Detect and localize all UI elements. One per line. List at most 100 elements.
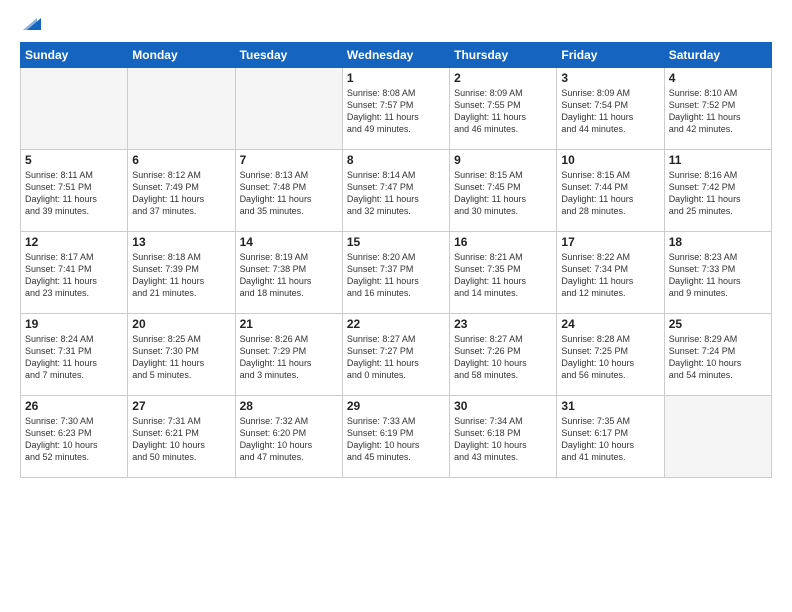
day-number: 10 (561, 153, 659, 167)
day-info: Sunrise: 8:22 AM Sunset: 7:34 PM Dayligh… (561, 251, 659, 300)
day-info: Sunrise: 8:12 AM Sunset: 7:49 PM Dayligh… (132, 169, 230, 218)
calendar-cell: 16 Sunrise: 8:21 AM Sunset: 7:35 PM Dayli… (450, 232, 557, 314)
calendar-cell: 19Sunrise: 8:24 AM Sunset: 7:31 PM Dayli… (21, 314, 128, 396)
logo (20, 18, 41, 32)
header (20, 18, 772, 32)
day-info: Sunrise: 8:15 AM Sunset: 7:45 PM Dayligh… (454, 169, 552, 218)
calendar-cell: 12 Sunrise: 8:17 AM Sunset: 7:41 PM Dayli… (21, 232, 128, 314)
day-number: 15 (347, 235, 445, 249)
calendar-cell (235, 68, 342, 150)
calendar-cell: 22 Sunrise: 8:27 AM Sunset: 7:27 PM Dayli… (342, 314, 449, 396)
day-info: Sunrise: 8:24 AM Sunset: 7:31 PM Dayligh… (25, 333, 123, 382)
calendar-cell: 2 Sunrise: 8:09 AM Sunset: 7:55 PM Daylig… (450, 68, 557, 150)
day-info: Sunrise: 8:26 AM Sunset: 7:29 PM Dayligh… (240, 333, 338, 382)
calendar-cell: 6 Sunrise: 8:12 AM Sunset: 7:49 PM Daylig… (128, 150, 235, 232)
calendar-cell: 23Sunrise: 8:27 AM Sunset: 7:26 PM Dayli… (450, 314, 557, 396)
day-info: Sunrise: 8:19 AM Sunset: 7:38 PM Dayligh… (240, 251, 338, 300)
calendar-cell: 15 Sunrise: 8:20 AM Sunset: 7:37 PM Dayli… (342, 232, 449, 314)
day-info: Sunrise: 7:33 AM Sunset: 6:19 PM Dayligh… (347, 415, 445, 464)
calendar-cell: 11Sunrise: 8:16 AM Sunset: 7:42 PM Dayli… (664, 150, 771, 232)
day-number: 5 (25, 153, 123, 167)
calendar-cell: 21 Sunrise: 8:26 AM Sunset: 7:29 PM Dayli… (235, 314, 342, 396)
day-info: Sunrise: 7:30 AM Sunset: 6:23 PM Dayligh… (25, 415, 123, 464)
calendar-cell: 4 Sunrise: 8:10 AM Sunset: 7:52 PM Daylig… (664, 68, 771, 150)
week-row-4: 26 Sunrise: 7:30 AM Sunset: 6:23 PM Dayli… (21, 396, 772, 478)
day-number: 2 (454, 71, 552, 85)
day-info: Sunrise: 8:15 AM Sunset: 7:44 PM Dayligh… (561, 169, 659, 218)
day-info: Sunrise: 8:23 AM Sunset: 7:33 PM Dayligh… (669, 251, 767, 300)
calendar-cell: 24Sunrise: 8:28 AM Sunset: 7:25 PM Dayli… (557, 314, 664, 396)
logo-icon (23, 14, 41, 32)
day-info: Sunrise: 8:27 AM Sunset: 7:27 PM Dayligh… (347, 333, 445, 382)
calendar-cell: 10 Sunrise: 8:15 AM Sunset: 7:44 PM Dayli… (557, 150, 664, 232)
day-info: Sunrise: 8:13 AM Sunset: 7:48 PM Dayligh… (240, 169, 338, 218)
day-info: Sunrise: 8:09 AM Sunset: 7:54 PM Dayligh… (561, 87, 659, 136)
day-number: 22 (347, 317, 445, 331)
day-info: Sunrise: 8:18 AM Sunset: 7:39 PM Dayligh… (132, 251, 230, 300)
day-number: 4 (669, 71, 767, 85)
calendar-cell (128, 68, 235, 150)
day-number: 11 (669, 153, 767, 167)
day-info: Sunrise: 7:31 AM Sunset: 6:21 PM Dayligh… (132, 415, 230, 464)
day-info: Sunrise: 7:34 AM Sunset: 6:18 PM Dayligh… (454, 415, 552, 464)
day-info: Sunrise: 8:20 AM Sunset: 7:37 PM Dayligh… (347, 251, 445, 300)
calendar-cell: 27 Sunrise: 7:31 AM Sunset: 6:21 PM Dayli… (128, 396, 235, 478)
weekday-header-wednesday: Wednesday (342, 43, 449, 68)
day-number: 14 (240, 235, 338, 249)
day-number: 27 (132, 399, 230, 413)
day-info: Sunrise: 8:14 AM Sunset: 7:47 PM Dayligh… (347, 169, 445, 218)
day-number: 18 (669, 235, 767, 249)
day-info: Sunrise: 8:25 AM Sunset: 7:30 PM Dayligh… (132, 333, 230, 382)
calendar-cell: 25 Sunrise: 8:29 AM Sunset: 7:24 PM Dayli… (664, 314, 771, 396)
weekday-header-thursday: Thursday (450, 43, 557, 68)
calendar-cell: 28Sunrise: 7:32 AM Sunset: 6:20 PM Dayli… (235, 396, 342, 478)
calendar-cell: 7 Sunrise: 8:13 AM Sunset: 7:48 PM Daylig… (235, 150, 342, 232)
calendar-cell: 31Sunrise: 7:35 AM Sunset: 6:17 PM Dayli… (557, 396, 664, 478)
calendar-cell: 29 Sunrise: 7:33 AM Sunset: 6:19 PM Dayli… (342, 396, 449, 478)
day-number: 8 (347, 153, 445, 167)
calendar-cell (664, 396, 771, 478)
calendar-cell: 3Sunrise: 8:09 AM Sunset: 7:54 PM Daylig… (557, 68, 664, 150)
calendar-cell: 18 Sunrise: 8:23 AM Sunset: 7:33 PM Dayli… (664, 232, 771, 314)
calendar-cell: 8 Sunrise: 8:14 AM Sunset: 7:47 PM Daylig… (342, 150, 449, 232)
day-number: 6 (132, 153, 230, 167)
day-number: 25 (669, 317, 767, 331)
calendar-cell: 26 Sunrise: 7:30 AM Sunset: 6:23 PM Dayli… (21, 396, 128, 478)
day-info: Sunrise: 8:17 AM Sunset: 7:41 PM Dayligh… (25, 251, 123, 300)
day-info: Sunrise: 8:09 AM Sunset: 7:55 PM Dayligh… (454, 87, 552, 136)
week-row-2: 12 Sunrise: 8:17 AM Sunset: 7:41 PM Dayli… (21, 232, 772, 314)
day-info: Sunrise: 8:10 AM Sunset: 7:52 PM Dayligh… (669, 87, 767, 136)
calendar: SundayMondayTuesdayWednesdayThursdayFrid… (20, 42, 772, 478)
day-number: 17 (561, 235, 659, 249)
day-number: 9 (454, 153, 552, 167)
calendar-cell: 9 Sunrise: 8:15 AM Sunset: 7:45 PM Daylig… (450, 150, 557, 232)
day-info: Sunrise: 8:29 AM Sunset: 7:24 PM Dayligh… (669, 333, 767, 382)
day-number: 23 (454, 317, 552, 331)
weekday-header-tuesday: Tuesday (235, 43, 342, 68)
weekday-header-sunday: Sunday (21, 43, 128, 68)
calendar-cell (21, 68, 128, 150)
page: SundayMondayTuesdayWednesdayThursdayFrid… (0, 0, 792, 612)
day-number: 12 (25, 235, 123, 249)
day-number: 31 (561, 399, 659, 413)
day-number: 16 (454, 235, 552, 249)
day-number: 24 (561, 317, 659, 331)
day-info: Sunrise: 8:11 AM Sunset: 7:51 PM Dayligh… (25, 169, 123, 218)
day-number: 30 (454, 399, 552, 413)
calendar-cell: 13 Sunrise: 8:18 AM Sunset: 7:39 PM Dayli… (128, 232, 235, 314)
day-number: 7 (240, 153, 338, 167)
calendar-cell: 17 Sunrise: 8:22 AM Sunset: 7:34 PM Dayli… (557, 232, 664, 314)
day-number: 29 (347, 399, 445, 413)
day-info: Sunrise: 8:08 AM Sunset: 7:57 PM Dayligh… (347, 87, 445, 136)
day-number: 21 (240, 317, 338, 331)
day-info: Sunrise: 8:21 AM Sunset: 7:35 PM Dayligh… (454, 251, 552, 300)
calendar-cell: 30 Sunrise: 7:34 AM Sunset: 6:18 PM Dayli… (450, 396, 557, 478)
day-number: 26 (25, 399, 123, 413)
calendar-cell: 1Sunrise: 8:08 AM Sunset: 7:57 PM Daylig… (342, 68, 449, 150)
week-row-1: 5 Sunrise: 8:11 AM Sunset: 7:51 PM Daylig… (21, 150, 772, 232)
weekday-header-row: SundayMondayTuesdayWednesdayThursdayFrid… (21, 43, 772, 68)
day-number: 13 (132, 235, 230, 249)
weekday-header-friday: Friday (557, 43, 664, 68)
day-number: 20 (132, 317, 230, 331)
day-info: Sunrise: 7:32 AM Sunset: 6:20 PM Dayligh… (240, 415, 338, 464)
